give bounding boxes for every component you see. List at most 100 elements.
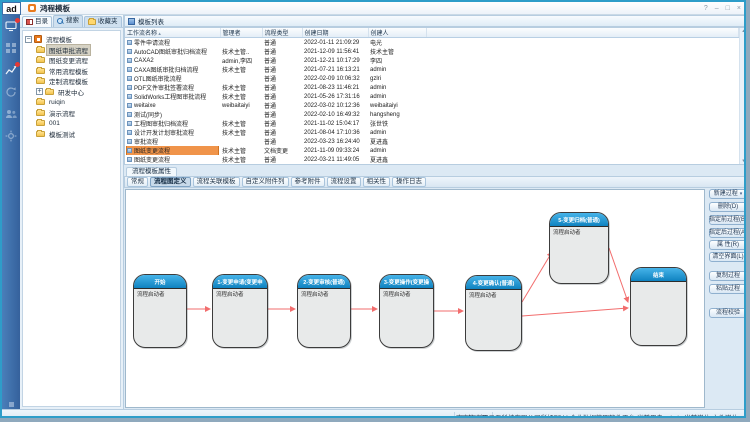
sidebar-tab-0[interactable]: 目录: [22, 16, 52, 28]
flow-button-0[interactable]: 新建过程▾: [709, 189, 746, 199]
window-control-1[interactable]: –: [715, 5, 719, 12]
table-row[interactable]: PDF文件审批签署流程技术主管普通2021-08-23 11:46:21admi…: [125, 83, 739, 92]
flow-canvas[interactable]: 开始流程启动者 1-变更申请(变更申流程启动者 2-变更审核(普通)流程启动者 3-变…: [125, 189, 705, 408]
flow-button-5[interactable]: 清空界面(L): [709, 252, 746, 262]
flow-button-4[interactable]: 属 性(R): [709, 240, 746, 250]
table-row[interactable]: weitaixeweibaitaiyi普通2022-03-02 10:12:36…: [125, 101, 739, 110]
table-row[interactable]: 图纸变更流程技术主管普通2022-03-21 11:49:05夏进鑫: [125, 155, 739, 164]
apps-icon[interactable]: [5, 42, 17, 54]
column-header-4[interactable]: 创建人: [368, 28, 426, 38]
tab-2[interactable]: 流程关联模板: [193, 177, 240, 188]
flow-node[interactable]: 4-变更确认(普通)流程启动者: [465, 275, 522, 351]
table-row[interactable]: SolidWorks工程图审批流程技术主管普通2021-05-26 17:31:…: [125, 92, 739, 101]
flow-node[interactable]: 1-变更申请(变更申流程启动者: [212, 274, 268, 348]
flow-node[interactable]: 3-变更操作(变更操流程启动者: [379, 274, 434, 348]
table-row[interactable]: 零件申请流程普通2022-01-11 21:09:29电光: [125, 38, 739, 48]
tree-item[interactable]: 模板测试: [23, 129, 120, 140]
flow-button-2[interactable]: 指定前过程(B): [709, 215, 746, 225]
tree-item[interactable]: +研发中心: [23, 87, 120, 98]
resize-grip[interactable]: [741, 413, 746, 418]
flow-node[interactable]: 5-变更归档(普通)流程启动者: [549, 212, 609, 284]
column-header-0[interactable]: 工作流名称 ▴: [125, 28, 220, 38]
table-row[interactable]: 图纸变更流程技术主管文档变更2021-11-09 09:33:24admin: [125, 146, 739, 155]
table-cell: admin: [368, 128, 426, 137]
table-cell: admin: [368, 92, 426, 101]
table-row[interactable]: 工程图审批归档流程技术主管普通2021-11-02 15:04:17张世铁: [125, 119, 739, 128]
flow-node[interactable]: 2-变更审核(普通)流程启动者: [297, 274, 351, 348]
tab-6[interactable]: 相关性: [363, 177, 391, 188]
tree-item[interactable]: 常用流程模板: [23, 66, 120, 77]
column-header-label: 创建日期: [305, 31, 329, 37]
window-control-3[interactable]: ×: [737, 5, 741, 12]
flow-button-label: 清空界面(L): [712, 254, 743, 260]
flow-node[interactable]: 结束: [630, 267, 687, 346]
flow-button-1[interactable]: 删除(D): [709, 202, 746, 212]
window-control-2[interactable]: □: [726, 5, 730, 12]
gear-icon[interactable]: [5, 130, 17, 142]
flow-button-3[interactable]: 指定后过程(A): [709, 228, 746, 238]
sidebar-tab-1[interactable]: 搜索: [53, 15, 83, 27]
flow-button-6[interactable]: 复制过程: [709, 271, 746, 281]
folder-icon: [36, 99, 45, 105]
table-cell: 普通: [262, 74, 302, 83]
collapse-icon[interactable]: [2, 402, 20, 407]
tab-7[interactable]: 操作日志: [392, 177, 426, 188]
table-row[interactable]: 测试(同步)普通2022-02-10 16:49:32hangsheng: [125, 110, 739, 119]
column-header-3[interactable]: 创建日期: [302, 28, 368, 38]
table-row[interactable]: CAXA2admin,李四普通2021-12-21 10:17:29李四: [125, 56, 739, 65]
table-row[interactable]: CAXA图纸审批归档流程技术主管普通2021-07-21 16:13:21adm…: [125, 65, 739, 74]
table-row[interactable]: AutoCAD图纸审批归档流程技术主管..普通2021-12-09 11:56:…: [125, 47, 739, 56]
tree-item[interactable]: ruiqin: [23, 97, 120, 108]
table-cell-filler: [426, 128, 739, 137]
tree-item[interactable]: 图纸变更流程: [23, 55, 120, 66]
tree-item[interactable]: −流程模板: [23, 34, 120, 45]
refresh-icon[interactable]: [5, 86, 17, 98]
flow-button-8[interactable]: 流程校验: [709, 308, 746, 318]
table-row[interactable]: 设计开发计划审批流程技术主管普通2021-08-04 17:10:36admin: [125, 128, 739, 137]
table-row[interactable]: 审批流程普通2022-03-23 16:24:40夏进鑫: [125, 137, 739, 146]
window-control-0[interactable]: ?: [704, 5, 708, 12]
workflow-name-cell: 工程图审批归档流程: [125, 119, 220, 128]
tree-item-label: 001: [47, 120, 62, 127]
tab-5[interactable]: 流程设置: [327, 177, 361, 188]
tab-0[interactable]: 常规: [127, 177, 148, 188]
table-cell: 技术主管: [220, 65, 262, 74]
workflow-name: 零件申请流程: [134, 38, 170, 47]
monitor-icon[interactable]: [5, 20, 17, 32]
tree-expander-icon[interactable]: −: [25, 36, 32, 43]
flow-button-7[interactable]: 粘贴过程: [709, 284, 746, 294]
table-row[interactable]: OTL图纸审批流程普通2022-02-09 10:06:32gzlri: [125, 74, 739, 83]
table-cell-filler: [426, 119, 739, 128]
column-header-1[interactable]: 管理者: [220, 28, 262, 38]
tree-item[interactable]: 定制流程模板: [23, 76, 120, 87]
tree-expander-icon[interactable]: +: [36, 88, 43, 95]
table-cell-filler: [426, 137, 739, 146]
tab-1[interactable]: 流程图定义: [150, 177, 191, 188]
flow-node-participant: 流程启动者: [298, 289, 350, 299]
flow-node[interactable]: 开始流程启动者: [133, 274, 187, 348]
tab-3[interactable]: 自定义附件列: [242, 177, 289, 188]
sidebar-tab-2[interactable]: 收藏夹: [84, 16, 122, 28]
flow-node-participant: 流程启动者: [213, 289, 267, 299]
table-cell: 技术主管: [220, 155, 262, 164]
table-scrollbar[interactable]: ▴▾: [739, 28, 746, 164]
flow-button-label: 删除(D): [718, 204, 738, 210]
tree-item[interactable]: 图纸审批流程: [23, 45, 120, 56]
column-header-2[interactable]: 流程类型: [262, 28, 302, 38]
table-cell: 普通: [262, 110, 302, 119]
workflow-name-cell: SolidWorks工程图审批流程: [125, 92, 220, 101]
tree-item[interactable]: 演示流程: [23, 108, 120, 119]
workflow-name-cell: PDF文件审批签署流程: [125, 83, 220, 92]
tab-4[interactable]: 参考附件: [291, 177, 325, 188]
table-cell: 李四: [368, 56, 426, 65]
workflow-name: CAXA2: [134, 58, 154, 64]
workflow-name-cell: 设计开发计划审批流程: [125, 128, 220, 137]
workflow-name-cell: weitaixe: [125, 101, 220, 110]
chart-icon[interactable]: [5, 64, 17, 76]
workflow-name-cell: 测试(同步): [125, 110, 220, 119]
brand-logo: ad: [2, 2, 21, 15]
table-cell: 技术主管: [220, 128, 262, 137]
tree-item[interactable]: 001: [23, 118, 120, 129]
workflow-name: CAXA图纸审批归档流程: [134, 65, 198, 74]
users-icon[interactable]: [5, 108, 17, 120]
